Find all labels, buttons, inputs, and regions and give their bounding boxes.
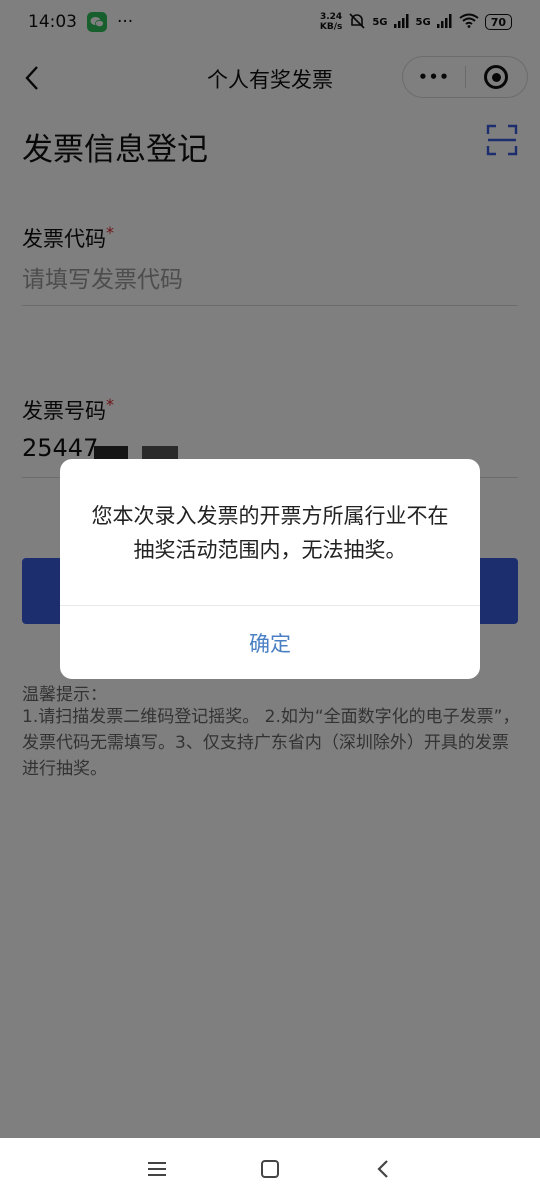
back-arrow-icon [377,1160,389,1178]
dialog-message: 您本次录入发票的开票方所属行业不在抽奖活动范围内，无法抽奖。 [91,504,449,562]
system-nav-bar [0,1138,540,1200]
confirm-button[interactable]: 确定 [60,606,480,679]
menu-lines-icon [147,1162,166,1176]
home-square-icon [260,1160,279,1178]
system-back-button[interactable] [363,1149,403,1189]
home-button[interactable] [250,1149,290,1189]
recent-apps-button[interactable] [137,1149,177,1189]
alert-dialog: 您本次录入发票的开票方所属行业不在抽奖活动范围内，无法抽奖。 确定 [60,459,480,679]
